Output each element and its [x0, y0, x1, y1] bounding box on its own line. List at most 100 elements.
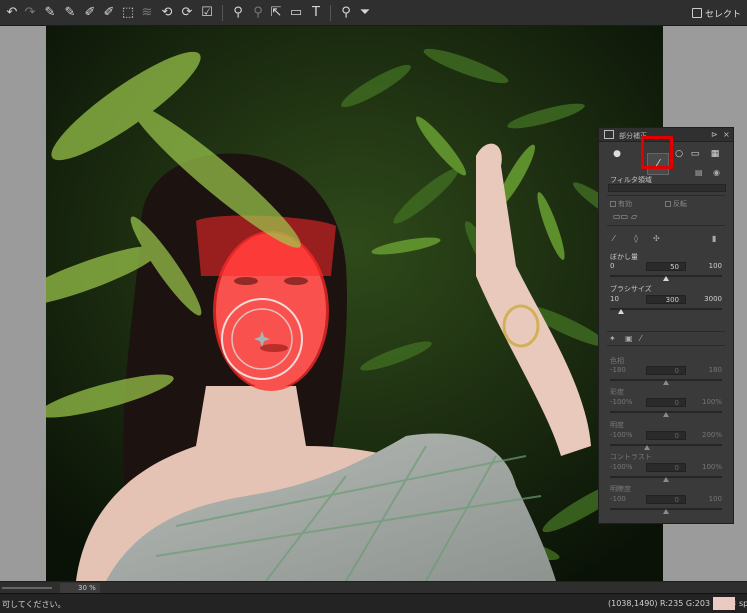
- check-icon[interactable]: ☑: [199, 5, 215, 21]
- hue-max: 180: [708, 366, 722, 374]
- color-adjust-icon[interactable]: ✦: [609, 334, 616, 343]
- divider: [607, 225, 725, 226]
- contrast-slider-knob[interactable]: [663, 477, 669, 482]
- brush-size-max: 3000: [704, 295, 722, 303]
- search-icon[interactable]: ⚲: [338, 5, 354, 21]
- zoom-input[interactable]: 30 %: [60, 583, 100, 593]
- contrast-slider[interactable]: [610, 476, 722, 482]
- retouch-icon[interactable]: ⚲: [250, 5, 266, 21]
- partial-adjustment-panel: 部分補正 ⊳ × ● ⁄ ○ ▭ ▦ ▤ ◉ フィルタ領域 有効 反転 ▭▭ ▱…: [598, 127, 734, 524]
- lasso-tool-icon[interactable]: ▭: [689, 148, 701, 160]
- brightness-max: 200%: [701, 431, 722, 439]
- brush-draw-icon[interactable]: ⁄: [613, 234, 614, 243]
- crop-icon[interactable]: ⬚: [120, 5, 136, 21]
- layers-icon[interactable]: ≋: [139, 5, 155, 21]
- zoom-bar: 30 %: [0, 581, 747, 593]
- blur-label: ぼかし量: [610, 253, 638, 261]
- filter-icon[interactable]: ⏷: [357, 5, 373, 21]
- brush-size-label: ブラシサイズ: [610, 285, 652, 293]
- zoom-value: 30: [78, 584, 87, 592]
- brush-tool-highlight: [641, 136, 673, 169]
- brush-adjust-alt-icon[interactable]: ✐: [101, 5, 117, 21]
- brush-size-value-input[interactable]: 300: [646, 295, 686, 304]
- clarity-value-input[interactable]: 0: [646, 495, 686, 504]
- stamp-icon[interactable]: ⚲: [230, 5, 246, 21]
- invert-checkbox[interactable]: 反転: [665, 199, 687, 209]
- saturation-max: 100%: [701, 398, 722, 406]
- close-icon[interactable]: ×: [723, 130, 730, 139]
- contrast-label: コントラスト: [610, 453, 652, 461]
- zoom-slider[interactable]: [2, 587, 52, 589]
- saturation-value-input[interactable]: 0: [646, 398, 686, 407]
- hue-slider[interactable]: [610, 379, 722, 385]
- blur-min: 0: [610, 262, 615, 270]
- eraser-icon[interactable]: ◊: [634, 234, 638, 243]
- filter-area-bar: [608, 184, 726, 192]
- brightness-slider[interactable]: [610, 444, 722, 450]
- clarity-min: -100: [610, 495, 626, 503]
- select-label: セレクト: [704, 9, 741, 20]
- hue-value-input[interactable]: 0: [646, 366, 686, 375]
- blur-value-input[interactable]: 50: [646, 262, 686, 271]
- brightness-min: -100%: [610, 431, 633, 439]
- mask-overlay-icon[interactable]: ◉: [713, 168, 720, 177]
- hue-slider-knob[interactable]: [663, 380, 669, 385]
- export-icon[interactable]: ⇱: [268, 5, 284, 21]
- rotate-right-icon[interactable]: ⟳: [179, 5, 195, 21]
- top-toolbar: ↶ ↷ ✎ ✎ ✐ ✐ ⬚ ≋ ⟲ ⟳ ☑ ⚲ ⚲ ⇱ ▭ T ⚲ ⏷ セレクト: [0, 0, 747, 26]
- status-trailing-text: sp: [739, 599, 747, 608]
- brush-size-slider[interactable]: [610, 308, 722, 314]
- color-swatch: [713, 597, 735, 610]
- circle-tool-icon[interactable]: ○: [673, 148, 685, 160]
- enabled-label: 有効: [618, 200, 632, 208]
- options-icon[interactable]: ▮: [712, 234, 716, 243]
- screen-icon[interactable]: ▭: [288, 5, 304, 21]
- select-icon: [691, 8, 702, 18]
- divider: [607, 195, 725, 196]
- saturation-slider-knob[interactable]: [663, 412, 669, 417]
- divider: [607, 345, 725, 346]
- undo-icon[interactable]: ↶: [4, 5, 20, 21]
- photo-illustration: [46, 26, 663, 581]
- contrast-value-input[interactable]: 0: [646, 463, 686, 472]
- contrast-max: 100%: [701, 463, 722, 471]
- mask-type-icon[interactable]: ▭▭: [613, 212, 628, 221]
- brush-size-slider-knob[interactable]: [618, 309, 625, 314]
- status-message: 可してください。: [2, 600, 66, 609]
- detail-adjust-icon[interactable]: ⁄: [640, 334, 641, 343]
- zoom-unit: %: [89, 584, 96, 592]
- fill-icon[interactable]: ✣: [653, 234, 660, 243]
- toolbar-divider: [330, 5, 331, 21]
- tone-adjust-icon[interactable]: ▣: [625, 334, 633, 343]
- blur-slider-knob[interactable]: [663, 276, 669, 281]
- saturation-slider[interactable]: [610, 411, 722, 417]
- enabled-checkbox[interactable]: 有効: [610, 199, 632, 209]
- select-button[interactable]: セレクト: [691, 4, 741, 22]
- hue-min: -180: [610, 366, 626, 374]
- radial-tool-icon[interactable]: ●: [611, 148, 623, 160]
- brightness-value-input[interactable]: 0: [646, 431, 686, 440]
- photo[interactable]: [46, 26, 663, 581]
- rotate-left-icon[interactable]: ⟲: [159, 5, 175, 21]
- mask-view-icon[interactable]: ▤: [695, 168, 703, 177]
- text-icon[interactable]: T: [308, 5, 324, 21]
- divider: [607, 331, 725, 332]
- hue-label: 色相: [610, 357, 624, 365]
- clarity-slider-knob[interactable]: [663, 509, 669, 514]
- brush-size-min: 10: [610, 295, 619, 303]
- brush-adjust-icon[interactable]: ✐: [82, 5, 98, 21]
- saturation-label: 彩度: [610, 388, 624, 396]
- auto-adjust-icon[interactable]: ✎: [42, 5, 58, 21]
- brightness-slider-knob[interactable]: [644, 445, 651, 450]
- redo-icon[interactable]: ↷: [22, 5, 38, 21]
- contrast-min: -100%: [610, 463, 633, 471]
- auto-adjust-alt-icon[interactable]: ✎: [62, 5, 78, 21]
- clarity-slider[interactable]: [610, 508, 722, 514]
- blur-slider[interactable]: [610, 275, 722, 281]
- grid-tool-icon[interactable]: ▦: [709, 148, 721, 160]
- pin-icon[interactable]: ⊳: [711, 130, 718, 139]
- mask-type-alt-icon[interactable]: ▱: [631, 212, 637, 221]
- toolbar-divider: [222, 5, 223, 21]
- clarity-max: 100: [708, 495, 722, 503]
- panel-icon: [604, 130, 614, 139]
